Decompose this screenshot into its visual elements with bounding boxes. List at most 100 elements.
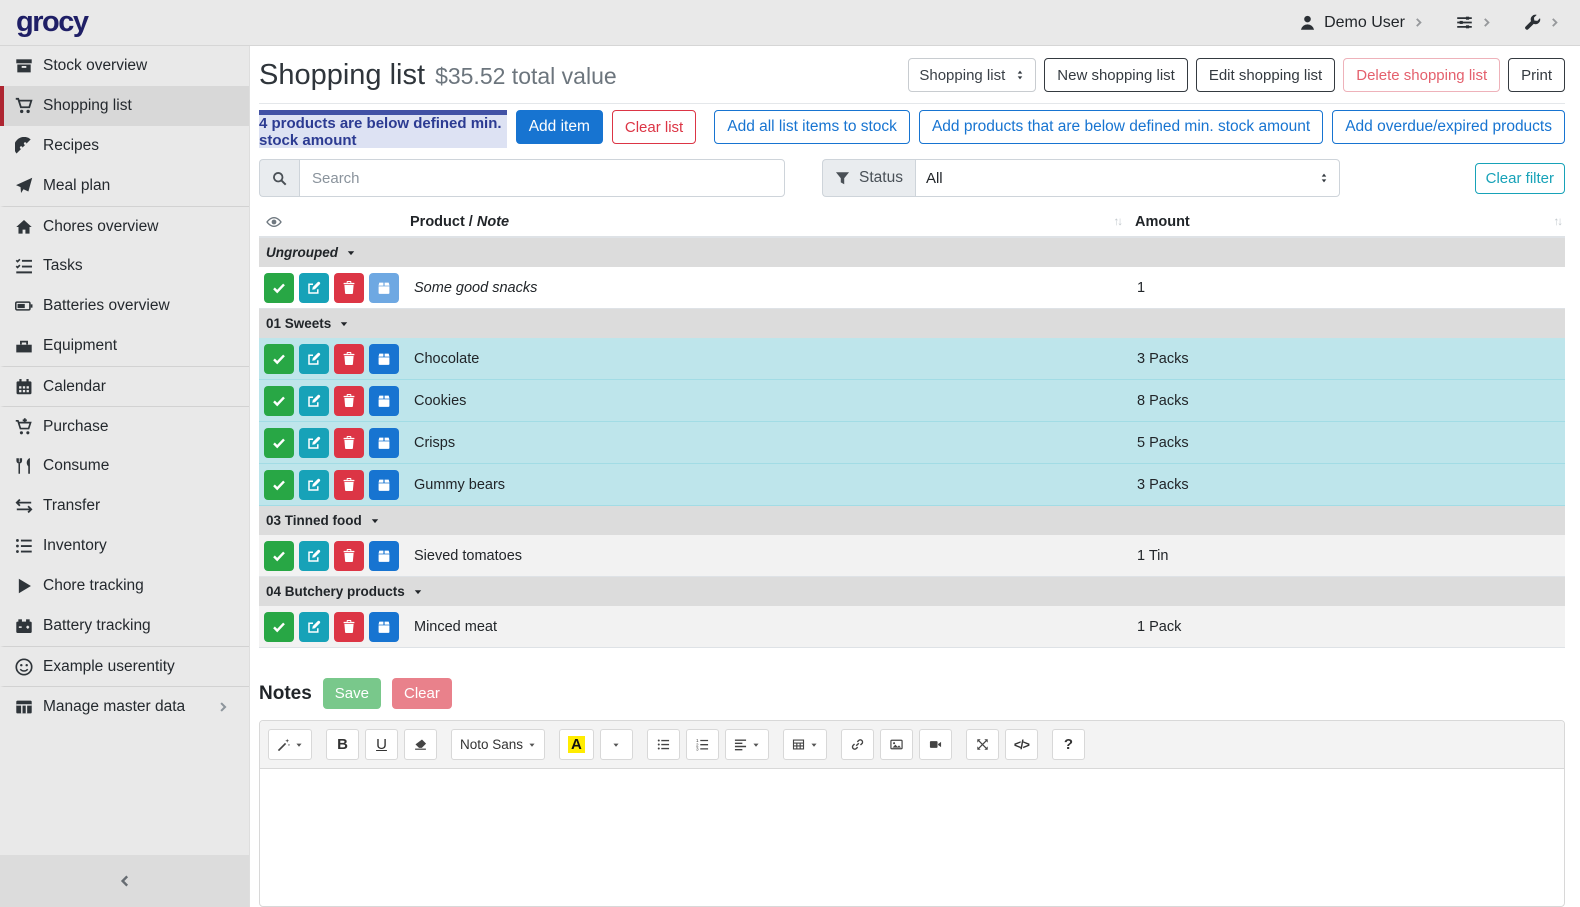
sidebar-item-example-userentity[interactable]: Example userentity [0,646,249,686]
admin-menu[interactable] [1524,14,1560,31]
battery-icon [15,297,33,315]
edit-item-button[interactable] [299,428,329,458]
edit-item-button[interactable] [299,344,329,374]
paragraph-align-button[interactable] [725,729,769,760]
add-to-stock-button[interactable] [369,386,399,416]
sidebar-item-shopping-list[interactable]: Shopping list [0,86,249,126]
grocy-logo[interactable]: grocy [16,8,87,37]
sort-icon[interactable]: ↑↓ [1554,216,1562,228]
sidebar-item-purchase[interactable]: Purchase [0,406,249,446]
visibility-column-header[interactable] [259,214,410,230]
edit-item-button[interactable] [299,612,329,642]
shopping-list-row: Minced meat1 Pack [259,606,1565,648]
notes-editor-area[interactable] [260,769,1564,906]
delete-item-button[interactable] [334,273,364,303]
insert-video-button[interactable] [919,729,952,760]
add-to-stock-button[interactable] [369,428,399,458]
save-notes-button[interactable]: Save [323,678,381,709]
status-select[interactable]: All [915,159,1340,197]
mark-done-button[interactable] [264,428,294,458]
sidebar-item-tasks[interactable]: Tasks [0,246,249,286]
insert-table-button[interactable] [783,729,827,760]
sidebar-item-meal-plan[interactable]: Meal plan [0,166,249,206]
amount-column-header[interactable]: Amount ↑↓ [1135,214,1565,230]
clear-formatting-button[interactable] [404,729,437,760]
insert-image-button[interactable] [880,729,913,760]
sort-icon[interactable]: ↑↓ [1114,216,1122,228]
sidebar-item-calendar[interactable]: Calendar [0,366,249,406]
add-to-stock-button[interactable] [369,470,399,500]
underline-button[interactable]: U [365,729,398,760]
item-amount: 1 [1135,280,1565,296]
delete-shopping-list-button[interactable]: Delete shopping list [1343,58,1500,92]
style-dropdown-button[interactable] [268,729,312,760]
edit-item-button[interactable] [299,386,329,416]
add-item-button[interactable]: Add item [516,110,603,144]
sidebar-item-chores-overview[interactable]: Chores overview [0,206,249,246]
sidebar-item-battery-tracking[interactable]: Battery tracking [0,606,249,646]
edit-item-button[interactable] [299,273,329,303]
smile-icon [15,658,33,676]
search-input[interactable] [299,159,785,197]
group-header-04-butchery-products[interactable]: 04 Butchery products [259,577,1565,606]
group-header-03-tinned-food[interactable]: 03 Tinned food [259,506,1565,535]
delete-item-button[interactable] [334,470,364,500]
clear-filter-button[interactable]: Clear filter [1475,163,1565,194]
sidebar-item-recipes[interactable]: Recipes [0,126,249,166]
sidebar-item-label: Manage master data [43,698,185,716]
code-view-button[interactable]: </> [1005,729,1038,760]
delete-item-button[interactable] [334,386,364,416]
delete-item-button[interactable] [334,612,364,642]
add-to-stock-button[interactable] [369,273,399,303]
shopping-list-select[interactable]: Shopping list [908,58,1036,92]
font-family-dropdown[interactable]: Noto Sans [451,729,545,760]
sidebar-item-transfer[interactable]: Transfer [0,486,249,526]
delete-item-button[interactable] [334,541,364,571]
mark-done-button[interactable] [264,344,294,374]
mark-done-button[interactable] [264,612,294,642]
user-menu[interactable]: Demo User [1299,14,1424,32]
chevron-right-icon [1481,17,1492,28]
text-color-dropdown[interactable] [600,729,633,760]
mark-done-button[interactable] [264,273,294,303]
ordered-list-button[interactable] [686,729,719,760]
new-shopping-list-button[interactable]: New shopping list [1044,58,1188,92]
edit-item-button[interactable] [299,470,329,500]
product-column-header[interactable]: Product / Note ↑↓ [410,214,1135,230]
clear-list-button[interactable]: Clear list [612,110,696,144]
sidebar-item-chore-tracking[interactable]: Chore tracking [0,566,249,606]
edit-item-button[interactable] [299,541,329,571]
sidebar-item-consume[interactable]: Consume [0,446,249,486]
item-product-name: Sieved tomatoes [410,548,1135,564]
mark-done-button[interactable] [264,470,294,500]
sidebar-item-batteries-overview[interactable]: Batteries overview [0,286,249,326]
sidebar-item-inventory[interactable]: Inventory [0,526,249,566]
settings-menu[interactable] [1456,14,1492,31]
add-to-stock-button[interactable] [369,344,399,374]
sidebar-item-stock-overview[interactable]: Stock overview [0,46,249,86]
add-to-stock-button[interactable] [369,612,399,642]
mark-done-button[interactable] [264,386,294,416]
unordered-list-button[interactable] [647,729,680,760]
sidebar-item-equipment[interactable]: Equipment [0,326,249,366]
add-to-stock-button[interactable] [369,541,399,571]
mark-done-button[interactable] [264,541,294,571]
sidebar-item-label: Stock overview [43,57,147,75]
insert-link-button[interactable] [841,729,874,760]
print-button[interactable]: Print [1508,58,1565,92]
text-color-button[interactable]: A [559,729,594,760]
sidebar-item-manage-master-data[interactable]: Manage master data [0,686,249,726]
bold-button[interactable]: B [326,729,359,760]
edit-shopping-list-button[interactable]: Edit shopping list [1196,58,1335,92]
sidebar-collapse-button[interactable] [0,855,249,907]
delete-item-button[interactable] [334,344,364,374]
add-products-that-are-below-defined-min-stock-amount-button[interactable]: Add products that are below defined min.… [919,110,1323,144]
help-button[interactable]: ? [1052,729,1085,760]
add-overdue-expired-products-button[interactable]: Add overdue/expired products [1332,110,1565,144]
group-header-01-sweets[interactable]: 01 Sweets [259,309,1565,338]
group-header-ungrouped[interactable]: Ungrouped [259,238,1565,267]
delete-item-button[interactable] [334,428,364,458]
fullscreen-button[interactable] [966,729,999,760]
clear-notes-button[interactable]: Clear [392,678,452,709]
add-all-list-items-to-stock-button[interactable]: Add all list items to stock [714,110,910,144]
